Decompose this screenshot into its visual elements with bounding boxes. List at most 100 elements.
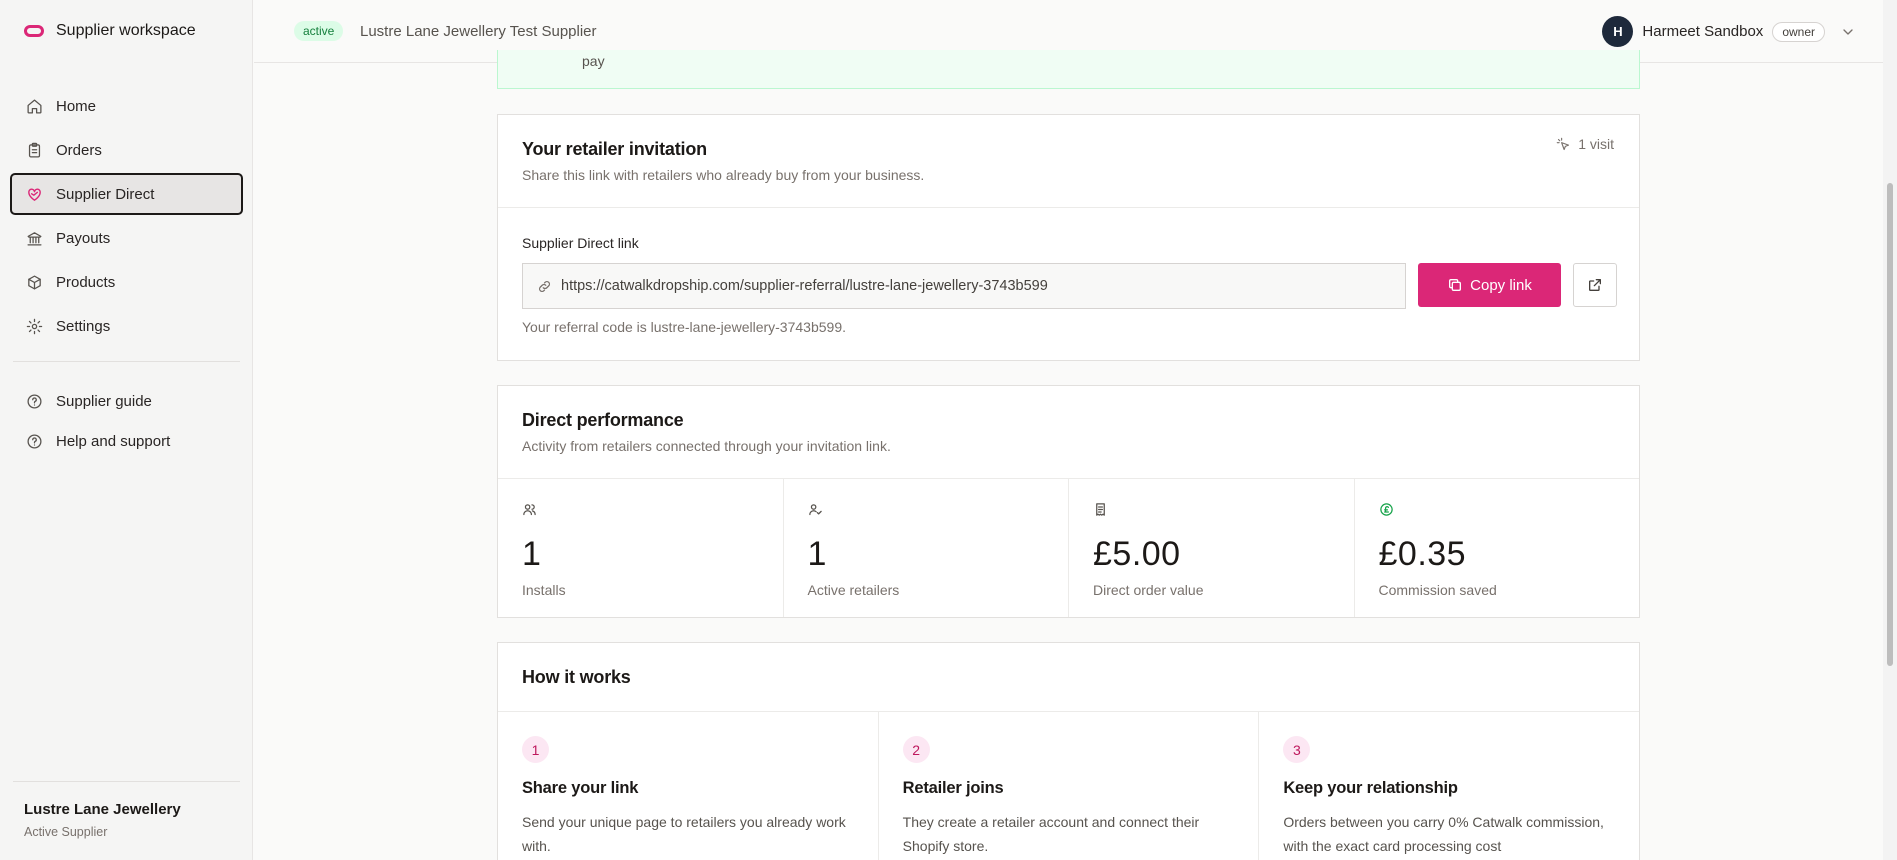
sidebar-divider xyxy=(13,361,240,362)
sidebar-item-label: Help and support xyxy=(56,432,171,450)
visit-count: 1 visit xyxy=(1556,136,1614,152)
brand-logo-icon xyxy=(24,25,44,37)
direct-performance-card: Direct performance Activity from retaile… xyxy=(497,385,1640,618)
step-description: Orders between you carry 0% Catwalk comm… xyxy=(1283,814,1604,854)
sidebar-item-orders[interactable]: Orders xyxy=(10,129,243,171)
help-circle-icon xyxy=(27,433,42,449)
sidebar-item-label: Supplier guide xyxy=(56,392,152,410)
step-title: Retailer joins xyxy=(902,779,1004,797)
link-field-label: Supplier Direct link xyxy=(522,235,639,251)
stat-direct-order-value: £5.00 Direct order value xyxy=(1069,478,1355,617)
steps-grid: 1 Share your link Send your unique page … xyxy=(498,711,1639,860)
stat-installs: 1 Installs xyxy=(498,478,784,617)
stat-active-retailers: 1 Active retailers xyxy=(784,478,1069,617)
user-check-icon xyxy=(808,504,822,516)
scrollbar-thumb[interactable] xyxy=(1887,183,1893,666)
step-1: 1 Share your link Send your unique page … xyxy=(498,711,879,860)
sidebar-item-supplier-guide[interactable]: Supplier guide xyxy=(10,382,243,420)
sidebar-secondary-nav: Supplier guide Help and support xyxy=(10,382,243,462)
visit-count-text: 1 visit xyxy=(1578,136,1614,152)
step-number: 2 xyxy=(902,736,930,763)
sidebar-item-help-and-support[interactable]: Help and support xyxy=(10,422,243,460)
referral-link-field[interactable]: https://catwalkdropship.com/supplier-ref… xyxy=(522,263,1406,309)
organization-info: Lustre Lane Jewellery Active Supplier xyxy=(24,801,181,839)
step-title: Share your link xyxy=(522,779,639,797)
scrollbar[interactable] xyxy=(1883,0,1897,860)
handshake-heart-icon xyxy=(28,187,41,201)
sparkle-cursor-icon xyxy=(1556,137,1570,150)
open-link-button[interactable] xyxy=(1573,263,1617,307)
sidebar-item-settings[interactable]: Settings xyxy=(10,305,243,347)
card-header: Direct performance Activity from retaile… xyxy=(498,386,1639,479)
supplier-name: Lustre Lane Jewellery Test Supplier xyxy=(360,23,597,40)
gear-icon xyxy=(26,318,43,334)
card-subtitle: Share this link with retailers who alrea… xyxy=(522,167,925,183)
step-number: 3 xyxy=(1283,736,1311,763)
pound-coin-icon xyxy=(1379,503,1393,516)
card-title: Direct performance xyxy=(522,410,684,430)
avatar: H xyxy=(1602,16,1634,47)
package-icon xyxy=(28,274,41,290)
stat-label: Direct order value xyxy=(1093,582,1204,598)
sidebar-item-payouts[interactable]: Payouts xyxy=(10,217,243,259)
sidebar-nav: Home Orders Supplier Direct Payouts Prod… xyxy=(10,85,243,349)
stats-grid: 1 Installs 1 Active retailers £5.00 Dire… xyxy=(498,478,1639,617)
how-it-works-card: How it works 1 Share your link Send your… xyxy=(497,642,1640,860)
stat-label: Commission saved xyxy=(1378,582,1497,598)
sidebar-item-label: Supplier Direct xyxy=(56,185,155,203)
stat-value: 1 xyxy=(807,535,827,573)
home-icon xyxy=(27,98,42,114)
sidebar-divider xyxy=(13,781,240,782)
sidebar: Supplier workspace Home Orders Supplier … xyxy=(0,0,253,860)
card-header: How it works xyxy=(498,643,1639,712)
users-icon xyxy=(523,504,536,516)
external-link-icon xyxy=(1589,279,1601,291)
sidebar-item-label: Home xyxy=(56,97,97,115)
chevron-down-icon[interactable] xyxy=(1840,24,1856,40)
link-icon xyxy=(539,280,550,292)
step-2: 2 Retailer joins They create a retailer … xyxy=(879,711,1260,860)
step-3: 3 Keep your relationship Orders between … xyxy=(1259,711,1639,860)
card-title: Your retailer invitation xyxy=(522,139,707,159)
referral-code-text: Your referral code is lustre-lane-jewell… xyxy=(522,319,846,335)
stat-label: Active retailers xyxy=(807,582,900,598)
copy-icon xyxy=(1449,279,1462,291)
referral-link-text: https://catwalkdropship.com/supplier-ref… xyxy=(561,278,1048,294)
organization-name: Lustre Lane Jewellery xyxy=(24,801,181,818)
card-subtitle: Activity from retailers connected throug… xyxy=(522,438,891,454)
role-badge: owner xyxy=(1772,21,1825,42)
stat-value: £5.00 xyxy=(1093,535,1181,573)
sidebar-item-home[interactable]: Home xyxy=(10,85,243,127)
success-banner-text: pay xyxy=(582,53,605,69)
status-badge: active xyxy=(294,21,344,41)
sidebar-item-label: Orders xyxy=(56,141,102,159)
sidebar-item-supplier-direct[interactable]: Supplier Direct xyxy=(10,173,243,215)
card-title: How it works xyxy=(522,667,631,687)
brand-title: Supplier workspace xyxy=(56,22,196,39)
success-banner: pay xyxy=(497,50,1640,89)
stat-commission-saved: £0.35 Commission saved xyxy=(1355,478,1640,617)
copy-link-button[interactable]: Copy link xyxy=(1418,263,1561,307)
step-description: They create a retailer account and conne… xyxy=(902,814,1200,854)
bank-icon xyxy=(27,231,42,246)
help-circle-icon xyxy=(27,393,42,409)
stat-value: £0.35 xyxy=(1378,535,1467,573)
step-number: 1 xyxy=(522,736,549,763)
receipt-icon xyxy=(1096,503,1105,516)
card-header: Your retailer invitation Share this link… xyxy=(498,115,1639,208)
sidebar-item-products[interactable]: Products xyxy=(10,261,243,303)
retailer-invitation-card: Your retailer invitation Share this link… xyxy=(497,114,1640,361)
sidebar-item-label: Payouts xyxy=(56,229,111,247)
user-name: Harmeet Sandbox xyxy=(1642,23,1764,40)
sidebar-item-label: Products xyxy=(56,273,116,291)
sidebar-item-label: Settings xyxy=(56,317,111,335)
copy-link-label: Copy link xyxy=(1470,276,1532,294)
brand[interactable]: Supplier workspace xyxy=(24,22,196,40)
step-description: Send your unique page to retailers you a… xyxy=(522,814,846,854)
step-title: Keep your relationship xyxy=(1283,779,1458,797)
clipboard-icon xyxy=(28,142,41,158)
stat-label: Installs xyxy=(522,582,566,598)
user-menu[interactable]: H Harmeet Sandbox owner xyxy=(1602,16,1856,47)
stat-value: 1 xyxy=(522,535,542,573)
organization-status: Active Supplier xyxy=(24,825,108,839)
